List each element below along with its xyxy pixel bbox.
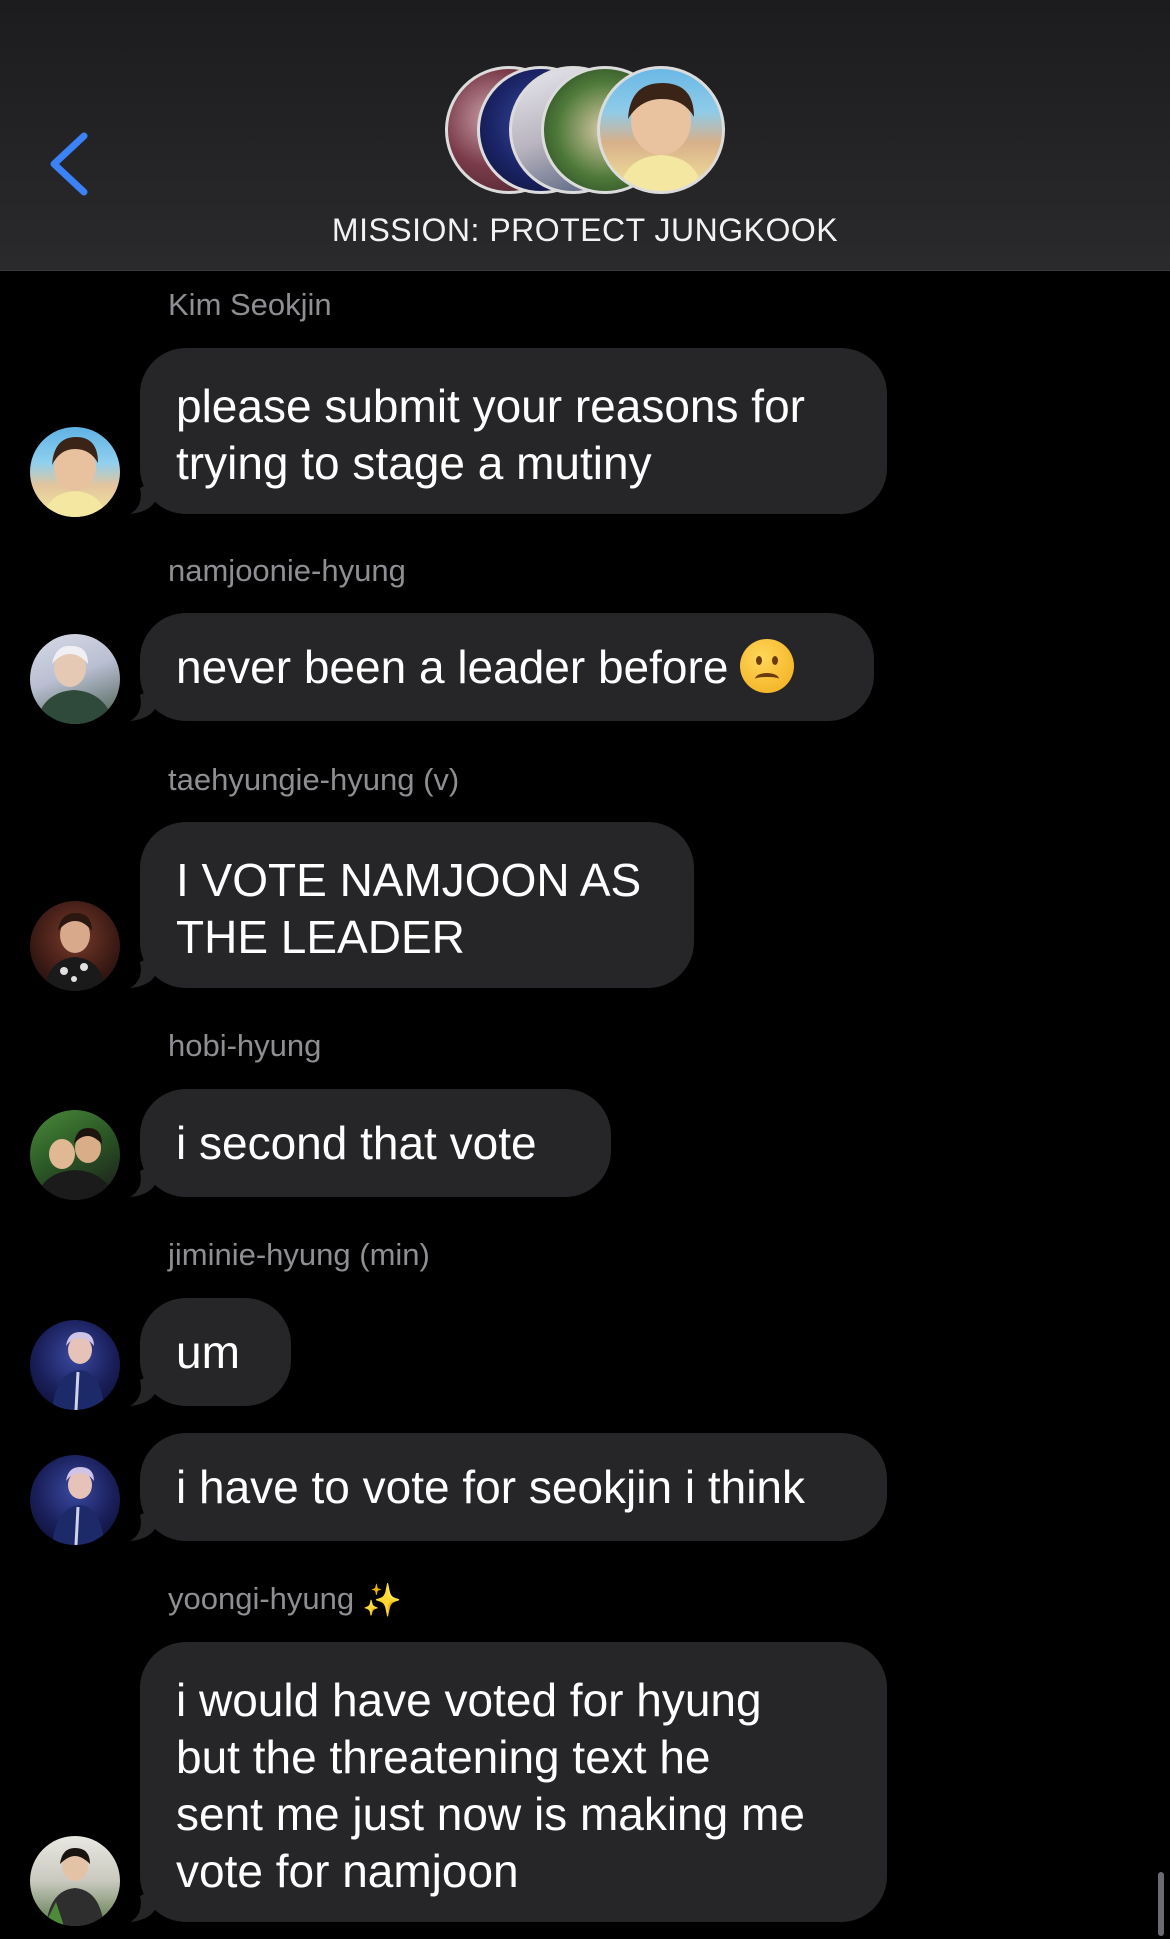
bubble-tail — [130, 1372, 156, 1406]
sender-name: yoongi-hyung ✨ — [168, 1581, 402, 1619]
message-line: please submit your reasons for — [176, 380, 805, 432]
message-line: THE LEADER — [176, 911, 465, 963]
message-bubble[interactable]: i have to vote for seokjin i think — [140, 1433, 887, 1541]
avatar-portrait-icon — [36, 645, 114, 724]
message-bubble[interactable]: um — [140, 1298, 291, 1406]
bubble-tail — [130, 954, 156, 988]
sender-name: Kim Seokjin — [168, 287, 332, 322]
message-line: sent me just now is making me — [176, 1788, 805, 1840]
bubble-tail — [130, 1507, 156, 1541]
message-bubble[interactable]: I VOTE NAMJOON AS THE LEADER — [140, 822, 694, 988]
sender-name: hobi-hyung — [168, 1028, 322, 1063]
avatar[interactable] — [30, 634, 120, 724]
sparkles-emoji: ✨ — [362, 1582, 402, 1618]
avatar-portrait-icon — [620, 83, 702, 191]
avatar-portrait-icon — [44, 913, 106, 991]
sender-name: taehyungie-hyung (v) — [168, 762, 460, 797]
avatar[interactable] — [30, 427, 120, 517]
bubble-tail — [130, 1163, 156, 1197]
bubble-tail — [130, 687, 156, 721]
back-button[interactable] — [40, 120, 100, 200]
message-text: i have to vote for seokjin i think — [176, 1461, 805, 1513]
message-line: trying to stage a mutiny — [176, 437, 652, 489]
sender-name: namjoonie-hyung — [168, 553, 406, 588]
message-bubble[interactable]: never been a leader before — [140, 613, 874, 721]
message-line: but the threatening text he — [176, 1731, 711, 1783]
bubble-tail — [130, 480, 156, 514]
avatar-portrait-icon — [44, 1848, 104, 1926]
sender-name: jiminie-hyung (min) — [168, 1237, 430, 1272]
avatar[interactable] — [30, 1320, 120, 1410]
avatar-portrait-icon — [44, 437, 106, 517]
message-text: i second that vote — [176, 1117, 537, 1169]
scrollbar[interactable] — [1158, 1872, 1164, 1936]
avatar-portrait-icon — [36, 1128, 114, 1200]
avatar[interactable] — [30, 1455, 120, 1545]
message-text: never been a leader before — [176, 641, 729, 693]
message-bubble[interactable]: please submit your reasons for trying to… — [140, 348, 887, 514]
message-bubble[interactable]: i would have voted for hyung but the thr… — [140, 1642, 887, 1922]
group-avatar — [597, 66, 725, 194]
message-line: I VOTE NAMJOON AS — [176, 854, 642, 906]
bubble-tail — [130, 1888, 156, 1922]
chat-header: MISSION: PROTECT JUNGKOOK — [0, 0, 1170, 271]
message-line: vote for namjoon — [176, 1845, 519, 1897]
chat-title[interactable]: MISSION: PROTECT JUNGKOOK — [0, 212, 1170, 249]
message-text: um — [176, 1326, 240, 1378]
message-bubble[interactable]: i second that vote — [140, 1089, 611, 1197]
message-line: i would have voted for hyung — [176, 1674, 762, 1726]
avatar-portrait-icon — [52, 1467, 104, 1545]
frowning-face-emoji — [740, 639, 795, 693]
avatar[interactable] — [30, 1836, 120, 1926]
avatar-portrait-icon — [52, 1332, 104, 1410]
sender-name-text: yoongi-hyung — [168, 1581, 355, 1616]
avatar[interactable] — [30, 1110, 120, 1200]
avatar[interactable] — [30, 901, 120, 991]
group-avatars[interactable] — [445, 66, 725, 194]
chevron-left-icon — [50, 132, 88, 196]
